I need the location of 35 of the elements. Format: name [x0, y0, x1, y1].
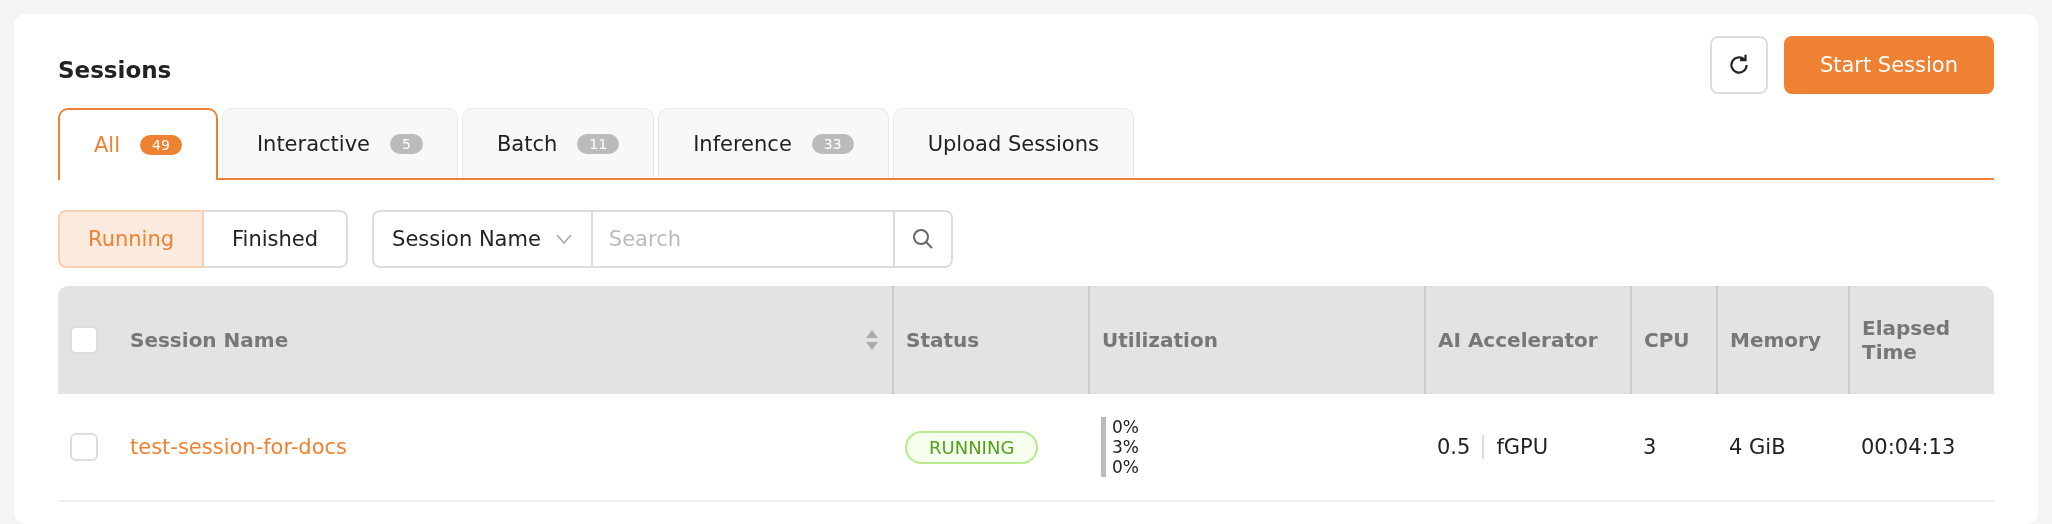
field-dropdown[interactable]: Session Name [372, 210, 593, 268]
column-header: Memory [1730, 328, 1821, 352]
search-field[interactable]: Search [592, 210, 893, 268]
table-cell: 4 GiB [1729, 435, 1786, 459]
count-badge: 11 [577, 133, 620, 154]
count-badge: 49 [140, 135, 182, 155]
search-icon [911, 228, 934, 250]
chevron-down-icon [554, 233, 573, 245]
column-header: AI Accelerator [1438, 328, 1598, 352]
search-button[interactable] [892, 210, 953, 268]
tab[interactable]: Batch 11 [461, 108, 655, 178]
tab[interactable]: Inference 33 [658, 108, 889, 178]
dropdown-label: Session Name [392, 227, 541, 251]
tab[interactable]: Interactive 5 [221, 108, 458, 178]
accelerator-type: fGPU [1496, 435, 1549, 459]
page-title: Sessions [58, 57, 172, 83]
table-cell: 3 [1643, 435, 1657, 459]
usage-value: 3% [1112, 437, 1139, 457]
column-header: Utilization [1102, 328, 1218, 352]
refresh-button[interactable] [1709, 36, 1768, 94]
status-badge: RUNNING [905, 430, 1039, 464]
count-badge: 5 [390, 133, 423, 154]
column-header: Status [906, 328, 980, 352]
usage-value: 0% [1112, 417, 1139, 437]
tab[interactable]: Upload Sessions [892, 108, 1134, 178]
count-badge: 33 [811, 133, 854, 154]
select-all-checkbox[interactable] [70, 326, 98, 354]
column-header: CPU [1644, 328, 1690, 352]
usage-value: 0% [1112, 457, 1139, 477]
row-checkbox[interactable] [70, 433, 98, 461]
filter-toggle[interactable]: Finished [204, 210, 349, 268]
column-header: Elapsed Time [1862, 316, 1951, 364]
table-cell: 00:04:13 [1861, 435, 1956, 459]
sort-icon[interactable] [864, 328, 880, 352]
accelerator-amount: 0.5 [1437, 435, 1471, 459]
